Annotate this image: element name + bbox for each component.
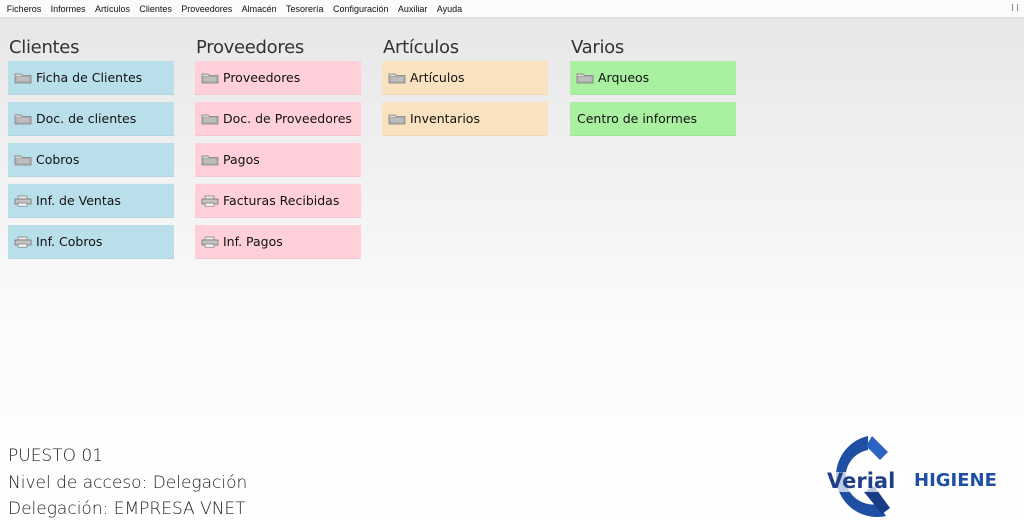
menu-auxiliar[interactable]: Auxiliar <box>393 0 432 18</box>
folder-icon <box>388 72 406 84</box>
tile-label: Cobros <box>36 152 80 167</box>
delegation-label: Delegación: EMPRESA VNET <box>8 499 246 519</box>
column-clientes: Clientes Ficha de Clientes Doc. de clien… <box>8 35 174 266</box>
column-title: Clientes <box>9 37 80 58</box>
column-title: Artículos <box>383 37 459 58</box>
tile-label: Pagos <box>223 152 260 167</box>
tile-label: Inventarios <box>410 111 480 126</box>
column-title: Proveedores <box>196 37 304 58</box>
column-articulos: Artículos Artículos Inventarios <box>382 35 548 143</box>
tile-arqueos[interactable]: Arqueos <box>570 61 736 95</box>
tile-facturas-recibidas[interactable]: Facturas Recibidas <box>195 184 361 218</box>
menu-configuracion[interactable]: Configuración <box>328 0 393 18</box>
tile-label: Doc. de clientes <box>36 111 137 126</box>
logo-mark-icon: Verial HIGIENE <box>824 436 997 518</box>
folder-icon <box>14 154 32 166</box>
menu-informes[interactable]: Informes <box>46 0 90 18</box>
tile-pagos[interactable]: Pagos <box>195 143 361 177</box>
folder-icon <box>388 113 406 125</box>
menu-bar: Ficheros Informes Artículos Clientes Pro… <box>0 0 1024 18</box>
access-level-label: Nivel de acceso: Delegación <box>8 472 248 493</box>
tile-inf-pagos[interactable]: Inf. Pagos <box>195 225 361 259</box>
folder-icon <box>201 72 219 84</box>
tile-label: Inf. de Ventas <box>36 193 121 208</box>
menu-ayuda[interactable]: Ayuda <box>432 0 467 18</box>
tile-label: Centro de informes <box>577 111 698 126</box>
printer-icon <box>201 195 219 207</box>
column-proveedores: Proveedores Proveedores Doc. de Proveedo… <box>195 35 361 266</box>
folder-icon <box>201 154 219 166</box>
column-varios: Varios Arqueos Centro de informes <box>570 35 736 143</box>
station-label: PUESTO 01 <box>8 446 104 466</box>
tile-label: Arqueos <box>598 70 650 85</box>
menu-articulos[interactable]: Artículos <box>90 0 134 18</box>
tile-ficha-de-clientes[interactable]: Ficha de Clientes <box>8 61 174 95</box>
tile-inf-cobros[interactable]: Inf. Cobros <box>8 225 174 259</box>
folder-icon <box>14 113 32 125</box>
window-restore-icon[interactable] <box>1008 4 1022 14</box>
menu-tesoreria[interactable]: Tesorería <box>281 0 328 18</box>
folder-icon <box>576 72 594 84</box>
menu-ficheros[interactable]: Ficheros <box>2 0 46 18</box>
logo-brand-text: Verial <box>827 469 895 493</box>
folder-icon <box>14 72 32 84</box>
tile-proveedores[interactable]: Proveedores <box>195 61 361 95</box>
tile-label: Doc. de Proveedores <box>223 111 352 126</box>
printer-icon <box>14 236 32 248</box>
menu-proveedores[interactable]: Proveedores <box>177 0 237 18</box>
folder-icon <box>201 113 219 125</box>
tile-cobros[interactable]: Cobros <box>8 143 174 177</box>
tile-inf-de-ventas[interactable]: Inf. de Ventas <box>8 184 174 218</box>
tile-doc-de-proveedores[interactable]: Doc. de Proveedores <box>195 102 361 136</box>
tile-label: Inf. Pagos <box>223 234 283 249</box>
logo-product-text: HIGIENE <box>914 470 997 491</box>
column-title: Varios <box>571 37 624 58</box>
tile-centro-de-informes[interactable]: Centro de informes <box>570 102 736 136</box>
tile-doc-de-clientes[interactable]: Doc. de clientes <box>8 102 174 136</box>
menu-almacen[interactable]: Almacén <box>237 0 281 18</box>
tile-label: Artículos <box>410 70 465 85</box>
printer-icon <box>201 236 219 248</box>
tile-articulos[interactable]: Artículos <box>382 61 548 95</box>
tile-label: Proveedores <box>223 70 301 85</box>
session-info: PUESTO 01 Nivel de acceso: Delegación De… <box>8 443 247 523</box>
tile-inventarios[interactable]: Inventarios <box>382 102 548 136</box>
tile-label: Facturas Recibidas <box>223 193 340 208</box>
verial-higiene-logo: Verial HIGIENE <box>820 430 1020 522</box>
tile-label: Inf. Cobros <box>36 234 103 249</box>
tile-label: Ficha de Clientes <box>36 70 143 85</box>
menu-clientes[interactable]: Clientes <box>135 0 177 18</box>
printer-icon <box>14 195 32 207</box>
